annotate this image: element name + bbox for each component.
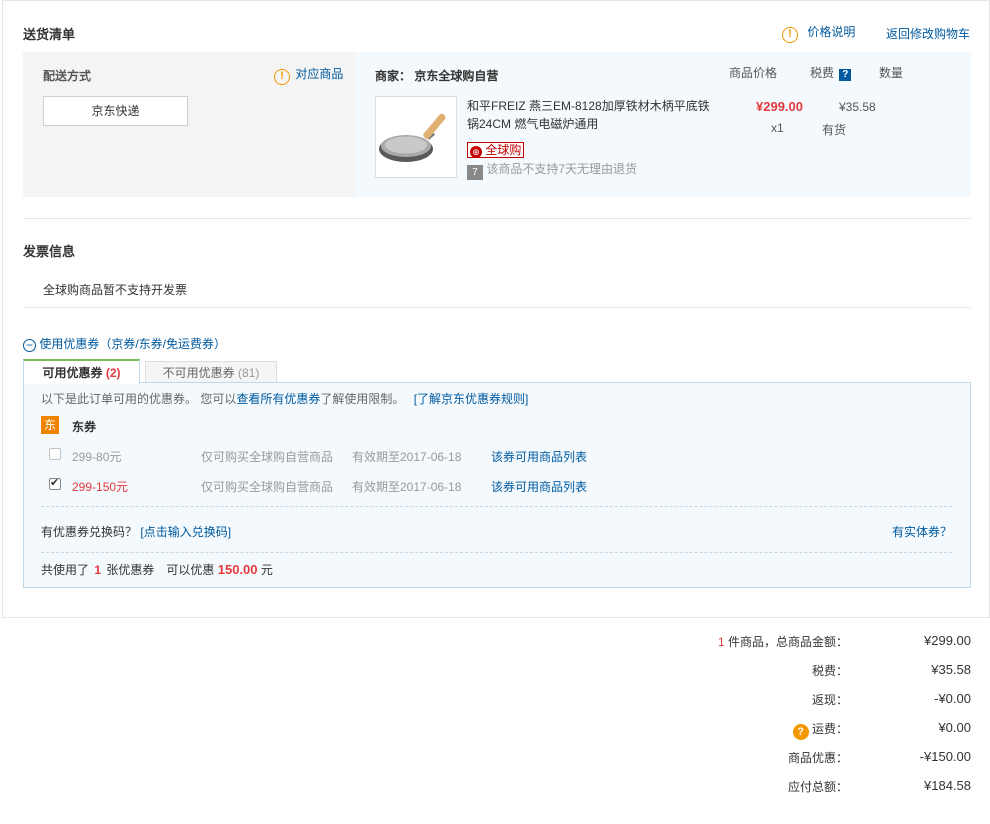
coupon-checkbox[interactable] xyxy=(49,448,61,460)
col-qty-header: 数量 xyxy=(879,66,904,80)
tab-unavailable-count: (81) xyxy=(238,366,260,380)
col-price-header: 商品价格 xyxy=(729,66,778,80)
redeem-prefix: 有优惠券兑换码？ xyxy=(41,525,138,539)
ship-method-label: 配送方式 xyxy=(43,69,92,83)
cashback-label: 返现： xyxy=(811,693,848,707)
product-qty: x1 xyxy=(771,121,784,135)
coupon-scope: 仅可购买全球购自营商品 xyxy=(201,480,334,494)
tax-help-icon[interactable]: ? xyxy=(839,69,852,81)
coupon-toggle[interactable]: − 使用优惠券（京券/东券/免运费券） xyxy=(23,335,226,352)
product-tax: ¥35.58 xyxy=(839,100,876,114)
coupon-name: 299-150元 xyxy=(72,480,129,494)
coupon-name: 299-80元 xyxy=(72,450,122,464)
seven-day-icon: 7 xyxy=(467,165,483,180)
freight-help-icon[interactable]: ? xyxy=(792,724,809,740)
payable-value: ¥184.58 xyxy=(924,778,971,793)
back-to-cart-link[interactable]: 返回修改购物车 xyxy=(886,25,970,42)
price-note-link[interactable]: ! 价格说明 xyxy=(782,24,855,43)
tab-unavailable-label: 不可用优惠券 xyxy=(162,366,235,380)
product-name[interactable]: 和平FREIZ 燕三EM-8128加厚铁材木柄平底铁锅24CM 燃气电磁炉通用 xyxy=(467,97,712,133)
goods-total-label: 1 件商品，总商品金额： xyxy=(718,633,848,650)
coupon-goods-link[interactable]: 该券可用商品列表 xyxy=(491,448,587,465)
dashed-divider xyxy=(41,552,952,553)
used-amount: 150.00 xyxy=(217,562,258,577)
used-prefix: 共使用了 xyxy=(41,563,90,577)
freight-label: ? 运费： xyxy=(792,720,848,740)
discount-value: -¥150.00 xyxy=(919,749,971,764)
tax-label: 税费： xyxy=(811,664,848,678)
coupon-usage-summary: 共使用了 1 张优惠券 可以优惠 150.00 元 xyxy=(41,561,273,578)
tax-value: ¥35.58 xyxy=(931,662,971,677)
product-thumbnail[interactable] xyxy=(375,96,457,178)
collapse-icon: − xyxy=(23,339,36,352)
global-purchase-tag: ⊕ 全球购 xyxy=(467,142,525,158)
goods-count: 1 xyxy=(717,635,725,649)
coupon-intro: 以下是此订单可用的优惠券。 您可以查看所有优惠券了解使用限制。 [了解京东优惠券… xyxy=(41,390,528,407)
coupon-expiry: 有效期至2017-06-18 xyxy=(352,450,462,464)
tab-available-label: 可用优惠券 xyxy=(42,366,103,380)
divider xyxy=(23,218,971,219)
col-tax-label: 税费 xyxy=(810,66,835,80)
tab-available-count: (2) xyxy=(105,366,121,380)
coupon-toggle-label: 使用优惠券（京券/东券/免运费券） xyxy=(39,337,227,351)
frying-pan-icon xyxy=(379,113,446,162)
coupon-scope: 仅可购买全球购自营商品 xyxy=(201,450,334,464)
match-goods-label: 对应商品 xyxy=(295,67,344,81)
redeem-line: 有优惠券兑换码？ [点击输入兑换码] xyxy=(41,523,231,540)
coupon-checkbox-checked[interactable] xyxy=(49,476,61,490)
no-return-notice: 7 该商品不支持7天无理由退货 xyxy=(467,160,637,180)
coupon-intro-suffix: 了解使用限制。 xyxy=(320,392,405,406)
freight-label-text: 运费： xyxy=(811,722,848,736)
used-suffix: 元 xyxy=(260,563,273,577)
global-tag-label: 全球购 xyxy=(485,143,522,157)
price-note-label: 价格说明 xyxy=(807,25,856,39)
coupon-group-label: 东券 xyxy=(72,420,97,434)
merchant-line: 商家： 京东全球购自营 xyxy=(375,67,498,84)
invoice-note: 全球购商品暂不支持开发票 xyxy=(43,283,188,297)
delivery-title: 送货清单 xyxy=(23,27,76,42)
info-icon: ! xyxy=(782,27,798,43)
globe-icon: ⊕ xyxy=(470,146,482,158)
used-mid: 张优惠券 可以优惠 xyxy=(106,563,215,577)
col-tax-header: 税费 ? xyxy=(810,64,852,81)
used-count: 1 xyxy=(94,563,102,577)
goods-total-value: ¥299.00 xyxy=(924,633,971,648)
discount-label: 商品优惠： xyxy=(787,751,848,765)
merchant-label: 商家： xyxy=(375,69,412,83)
tab-available-coupons[interactable]: 可用优惠券 (2) xyxy=(23,359,140,384)
physical-coupon-link[interactable]: 有实体券？ xyxy=(892,523,952,540)
coupon-rules-link[interactable]: [了解京东优惠券规则] xyxy=(414,392,529,406)
tab-unavailable-coupons[interactable]: 不可用优惠券 (81) xyxy=(145,361,277,383)
dashed-divider xyxy=(41,506,952,507)
ship-option-jd-express[interactable]: 京东快递 xyxy=(43,96,188,126)
no-return-text: 该商品不支持7天无理由退货 xyxy=(486,162,638,176)
freight-value: ¥0.00 xyxy=(938,720,971,735)
redeem-code-link[interactable]: [点击输入兑换码] xyxy=(140,525,231,539)
coupon-expiry: 有效期至2017-06-18 xyxy=(352,480,462,494)
match-goods-link[interactable]: ! 对应商品 xyxy=(274,66,343,85)
coupon-goods-link[interactable]: 该券可用商品列表 xyxy=(491,478,587,495)
info-icon: ! xyxy=(274,69,290,85)
coupon-intro-prefix: 以下是此订单可用的优惠券。 您可以 xyxy=(41,392,237,406)
goods-total-label-text: 件商品，总商品金额： xyxy=(727,635,848,649)
merchant-name: 京东全球购自营 xyxy=(414,69,499,83)
cashback-value: -¥0.00 xyxy=(934,691,971,706)
view-all-coupons-link[interactable]: 查看所有优惠券 xyxy=(236,392,320,406)
product-price: ¥299.00 xyxy=(756,99,803,114)
invoice-title: 发票信息 xyxy=(23,244,76,259)
divider xyxy=(23,307,971,308)
payable-label: 应付总额： xyxy=(787,780,848,794)
dong-coupon-icon: 东 xyxy=(41,416,59,434)
product-stock: 有货 xyxy=(822,123,847,137)
